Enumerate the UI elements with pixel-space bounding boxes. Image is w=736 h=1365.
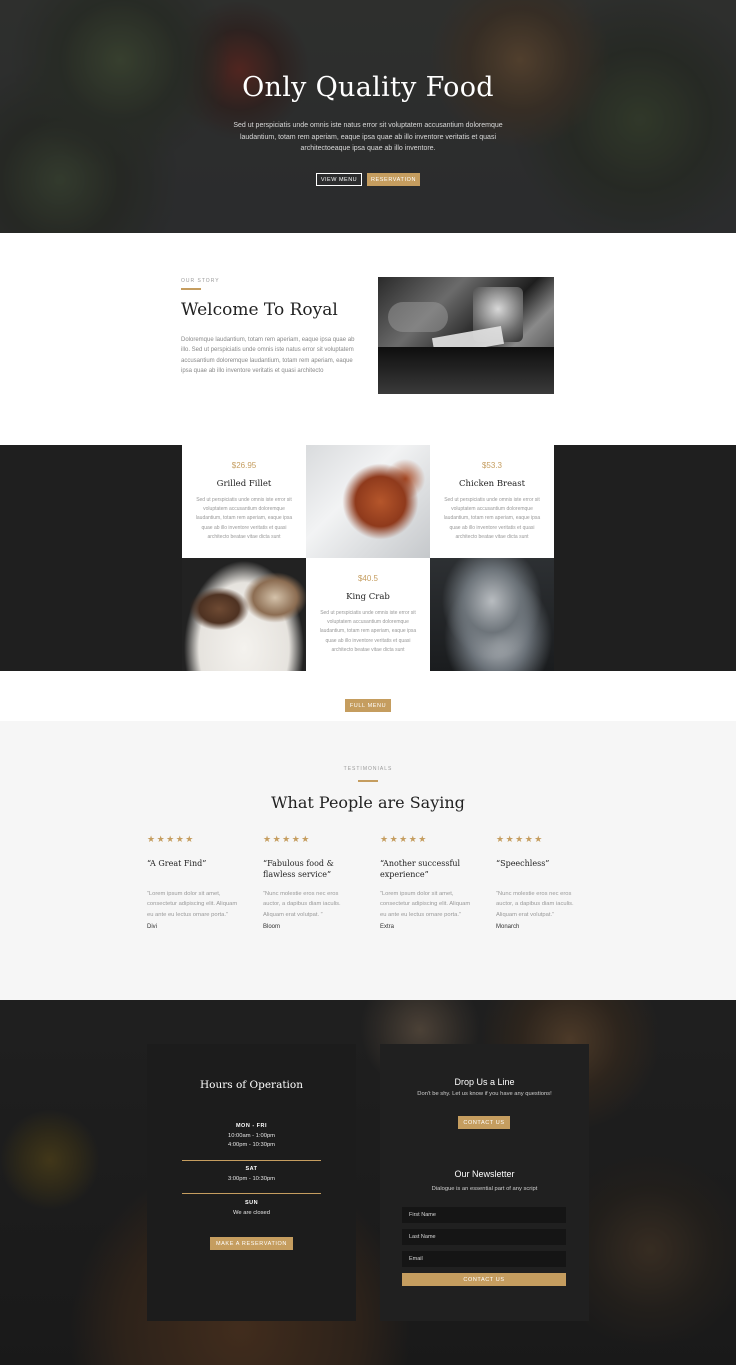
testimonial-text: “Lorem ipsum dolor sit amet, consectetur…: [147, 891, 238, 918]
hours-day-label: SUN: [244, 1200, 259, 1206]
menu-item-name: Chicken Breast: [459, 479, 525, 489]
newsletter-subtitle: Dialogue is an essential part of any scr…: [431, 1186, 538, 1192]
hours-day-label: SAT: [245, 1166, 258, 1172]
story-eyebrow: OUR STORY: [181, 278, 220, 284]
story-section: OUR STORY Welcome To Royal Doloremque la…: [0, 233, 736, 445]
hours-day-label: MON - FRI: [235, 1123, 268, 1129]
testimonial-quote: “Fabulous food & flawless service”: [263, 859, 334, 879]
hero-text: Sed ut perspiciatis unde omnis iste natu…: [233, 122, 503, 152]
story-text: Doloremque laudantium, totam rem aperiam…: [181, 337, 355, 374]
testimonial-author: Bloom: [263, 923, 281, 930]
contact-title: Drop Us a Line: [454, 1077, 515, 1087]
hours-mon-fri: MON - FRI 10:00am - 1:00pm 4:00pm - 10:3…: [147, 1122, 356, 1151]
star-rating-icon: ★★★★★: [496, 834, 544, 844]
menu-item-card[interactable]: $26.95 Grilled Fillet Sed ut perspiciati…: [182, 445, 306, 558]
menu-item-name: Grilled Fillet: [216, 479, 272, 489]
testimonial-card: ★★★★★ “Speechless” “Nunc molestie eros n…: [496, 834, 588, 930]
testimonial-card: ★★★★★ “Fabulous food & flawless service”…: [263, 834, 355, 930]
story-divider: [181, 288, 201, 290]
contact-overlay: [0, 1000, 736, 1365]
hours-sun: SUN We are closed: [147, 1199, 356, 1218]
full-menu-button[interactable]: FULL MENU: [345, 699, 391, 712]
testimonial-quote: “Another successful experience”: [380, 859, 461, 879]
hours-time: We are closed: [233, 1209, 270, 1216]
testimonial-author: Extra: [380, 923, 395, 930]
view-menu-button[interactable]: VIEW MENU: [316, 173, 362, 186]
menu-item-desc: Sed ut perspiciatis unde omnis iste erro…: [443, 497, 541, 540]
menu-item-card[interactable]: $53.3 Chicken Breast Sed ut perspiciatis…: [430, 445, 554, 558]
menu-item-desc: Sed ut perspiciatis unde omnis iste erro…: [195, 497, 293, 540]
hours-title: Hours of Operation: [199, 1079, 304, 1091]
mushroom-photo: [182, 558, 306, 671]
hours-divider: [182, 1193, 321, 1194]
menu-item-desc: Sed ut perspiciatis unde omnis iste erro…: [319, 610, 417, 653]
hours-sat: SAT 3:00pm - 10:30pm: [147, 1165, 356, 1184]
hours-divider: [182, 1160, 321, 1161]
reservation-button[interactable]: RESERVATION: [367, 173, 420, 186]
contact-us-button[interactable]: CONTACT US: [458, 1116, 510, 1129]
hero-title: Only Quality Food: [242, 72, 494, 103]
contact-section: Hours of Operation MON - FRI 10:00am - 1…: [0, 1000, 736, 1365]
hours-time: 3:00pm - 10:30pm: [227, 1175, 276, 1182]
star-rating-icon: ★★★★★: [380, 834, 428, 844]
last-name-field[interactable]: Last Name: [402, 1229, 566, 1245]
menu-section: $26.95 Grilled Fillet Sed ut perspiciati…: [0, 445, 736, 671]
menu-item-price: $40.5: [357, 574, 379, 583]
story-title: Welcome To Royal: [181, 300, 338, 320]
testimonial-author: Divi: [147, 923, 157, 930]
hero-overlay: [0, 0, 736, 233]
hours-time: 4:00pm - 10:30pm: [227, 1142, 276, 1148]
hero-section: Only Quality Food Sed ut perspiciatis un…: [0, 0, 736, 233]
testimonial-quote: “A Great Find”: [147, 859, 207, 868]
crab-photo: [306, 445, 430, 558]
testimonial-text: “Nunc molestie eros nec eros auctor, a d…: [263, 891, 341, 918]
kitchen-photo: [378, 277, 554, 394]
hours-time: 10:00am - 1:00pm: [227, 1132, 276, 1139]
menu-item-price: $26.95: [231, 461, 257, 470]
testimonial-author: Monarch: [496, 923, 520, 930]
testimonial-quote: “Speechless”: [496, 859, 550, 868]
contact-subtitle: Don't be shy. Let us know if you have an…: [417, 1091, 552, 1097]
testimonial-card: ★★★★★ “A Great Find” “Lorem ipsum dolor …: [147, 834, 239, 930]
first-name-field[interactable]: First Name: [402, 1207, 566, 1223]
menu-item-price: $53.3: [481, 461, 503, 470]
testimonial-card: ★★★★★ “Another successful experience” “L…: [380, 834, 472, 930]
testimonial-text: “Lorem ipsum dolor sit amet, consectetur…: [380, 891, 471, 918]
email-field[interactable]: Email: [402, 1251, 566, 1267]
testimonials-section: TESTIMONIALS What People are Saying ★★★★…: [0, 721, 736, 1000]
testimonials-divider: [358, 780, 378, 782]
star-rating-icon: ★★★★★: [147, 834, 195, 844]
contact-panel: Drop Us a Line Don't be shy. Let us know…: [380, 1044, 589, 1321]
fish-photo: [430, 558, 554, 671]
newsletter-submit-button[interactable]: CONTACT US: [402, 1273, 566, 1286]
testimonials-title: What People are Saying: [271, 793, 465, 812]
testimonials-eyebrow: TESTIMONIALS: [343, 766, 393, 772]
menu-item-name: King Crab: [346, 592, 390, 602]
make-reservation-button[interactable]: MAKE A RESERVATION: [210, 1237, 293, 1250]
newsletter-title: Our Newsletter: [454, 1169, 515, 1179]
menu-item-card[interactable]: $40.5 King Crab Sed ut perspiciatis unde…: [306, 558, 430, 671]
testimonial-text: “Nunc molestie eros nec eros auctor, a d…: [496, 891, 574, 918]
hours-panel: Hours of Operation MON - FRI 10:00am - 1…: [147, 1044, 356, 1321]
star-rating-icon: ★★★★★: [263, 834, 311, 844]
